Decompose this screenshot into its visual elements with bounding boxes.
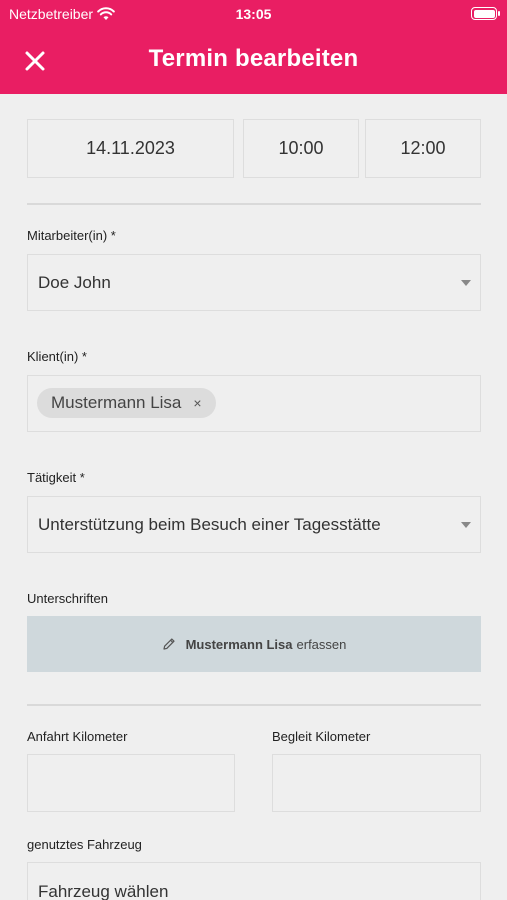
signature-client-name: Mustermann Lisa — [185, 636, 293, 652]
arrival-km-label: Anfahrt Kilometer — [27, 729, 128, 744]
activity-select[interactable]: Unterstützung beim Besuch einer Tagesstä… — [27, 496, 481, 553]
capture-signature-button[interactable]: Mustermann Lisa erfassen — [27, 616, 481, 672]
date-field[interactable]: 14.11.2023 — [27, 119, 234, 178]
page-title: Termin bearbeiten — [148, 45, 359, 72]
divider — [27, 704, 481, 706]
signatures-label: Unterschriften — [27, 591, 108, 606]
end-time-field[interactable]: 12:00 — [365, 119, 481, 178]
arrival-km-input[interactable] — [27, 754, 235, 812]
client-chip-label: Mustermann Lisa — [51, 393, 182, 412]
status-bar: Netzbetreiber 13:05 — [0, 0, 507, 28]
date-value: 14.11.2023 — [86, 138, 175, 158]
status-time: 13:05 — [235, 6, 272, 22]
employee-select[interactable]: Doe John — [27, 254, 481, 311]
pencil-icon — [162, 638, 175, 650]
escort-km-input[interactable] — [272, 754, 481, 812]
employee-label: Mitarbeiter(in) * — [27, 228, 116, 243]
vehicle-select[interactable]: Fahrzeug wählen — [27, 862, 481, 900]
start-time-value: 10:00 — [278, 138, 324, 158]
vehicle-placeholder: Fahrzeug wählen — [38, 882, 169, 900]
client-chip: Mustermann Lisa × — [37, 388, 216, 418]
start-time-field[interactable]: 10:00 — [243, 119, 359, 178]
chevron-down-icon — [461, 279, 471, 286]
end-time-value: 12:00 — [400, 138, 446, 158]
chip-remove-icon[interactable]: × — [193, 395, 201, 411]
employee-value: Doe John — [38, 272, 111, 292]
escort-km-label: Begleit Kilometer — [272, 729, 371, 744]
signature-action: erfassen — [296, 636, 347, 652]
activity-value: Unterstützung beim Besuch einer Tagesstä… — [38, 514, 381, 534]
divider — [27, 203, 481, 205]
client-label: Klient(in) * — [27, 349, 87, 364]
app-header: Netzbetreiber 13:05 Termin bearbeiten — [0, 0, 507, 94]
client-select[interactable]: Mustermann Lisa × — [27, 375, 481, 432]
vehicle-label: genutztes Fahrzeug — [27, 837, 142, 852]
activity-label: Tätigkeit * — [27, 470, 85, 485]
battery-icon — [471, 7, 500, 20]
chevron-down-icon — [461, 521, 471, 528]
